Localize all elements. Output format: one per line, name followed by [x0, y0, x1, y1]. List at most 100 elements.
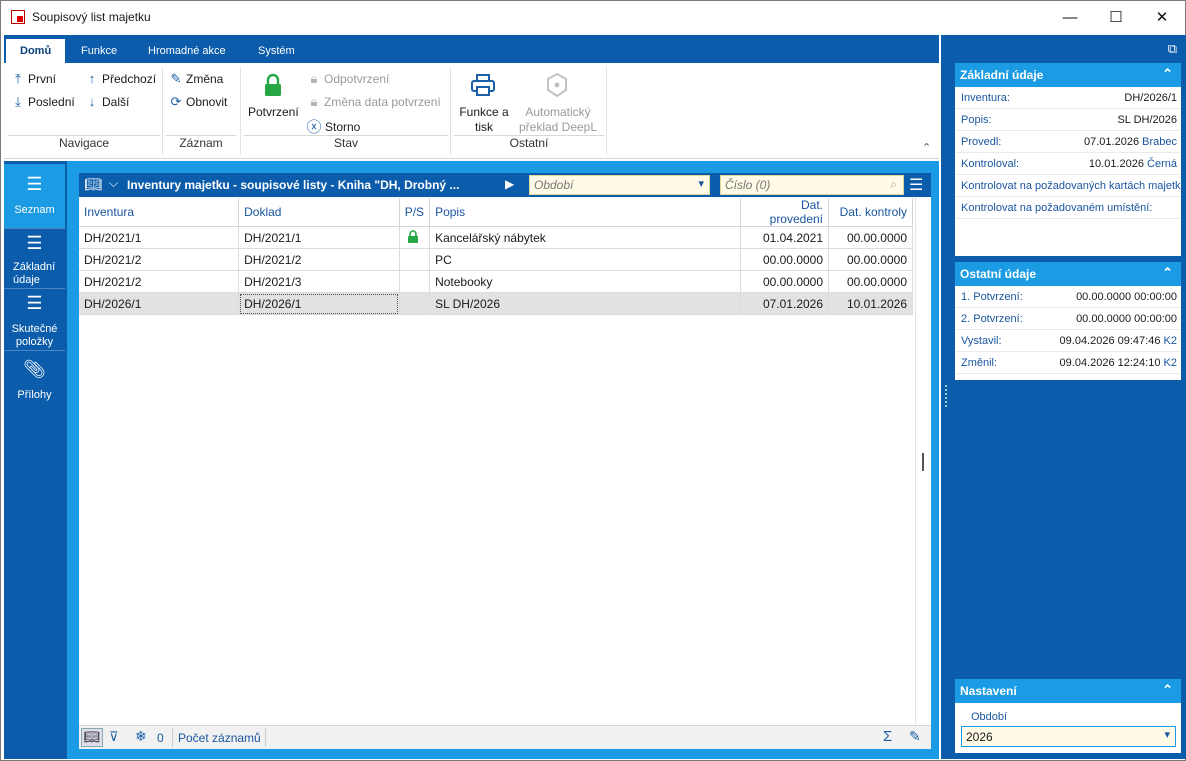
period-filter-input[interactable]: Období ▾ [529, 175, 710, 195]
group-label-zaznam: Záznam [179, 136, 223, 150]
column-header[interactable]: Inventura [79, 198, 240, 227]
group-label-stav: Stav [333, 136, 358, 150]
link-kontrolovat-karty[interactable]: Kontrolovat na požadovaných kartách maje… [955, 175, 1181, 197]
collapse-icon[interactable]: ⌃ [1162, 265, 1173, 281]
lock-gray-icon: 🔒︎ [310, 94, 318, 109]
search-icon[interactable]: ⌕ [890, 177, 897, 192]
tab-funkce[interactable]: Funkce [67, 39, 131, 63]
nav-prilohy[interactable]: 📎︎ Přílohy [4, 351, 65, 411]
deepl-translate-button[interactable]: Automatický překlad DeepL [516, 105, 600, 135]
ribbon-tabs: Domů Funkce Hromadné akce Systém [4, 35, 939, 63]
app-icon [11, 10, 25, 24]
group-label-ostatni: Ostatní [509, 136, 549, 150]
group-label-navigace: Navigace [58, 136, 110, 150]
collapse-ribbon-icon[interactable]: ⌃ [922, 141, 931, 154]
nav-seznam[interactable]: ☰ Seznam [4, 164, 65, 228]
paperclip-icon: 📎︎ [23, 359, 46, 379]
field-kontroloval: Kontroloval: 10.01.2026 Černá [955, 153, 1181, 175]
previous-button[interactable]: ↑ Předchozí [86, 71, 156, 86]
chevron-down-icon[interactable]: ⌵ [109, 176, 118, 191]
tab-system[interactable]: Systém [244, 39, 309, 63]
vertical-scrollbar[interactable] [915, 198, 931, 725]
column-header[interactable]: Popis [429, 198, 742, 227]
nav-skutecne-polozky[interactable]: ☰ Skutečné položky [4, 289, 65, 349]
refresh-icon: ⟳ [170, 94, 182, 109]
pane-header: Ostatní údaje ⌃ [955, 262, 1181, 286]
table-row[interactable]: DH/2021/2 DH/2021/3 Notebooky 00.00.0000… [79, 270, 913, 293]
collapse-icon[interactable]: ⌃ [1162, 682, 1173, 698]
deepl-icon [546, 72, 568, 98]
confirm-button[interactable]: Potvrzení [248, 105, 299, 119]
collapse-icon[interactable]: ⌃ [1162, 66, 1173, 82]
grid-title-bar: 📖︎ ⌵ Inventury majetku - soupisové listy… [79, 173, 931, 197]
frozen-count: 0 [157, 731, 164, 745]
link-kontrolovat-umisteni[interactable]: Kontrolovat na požadovaném umístění: [955, 197, 1181, 219]
list-lines-icon: ☰ [26, 293, 43, 313]
edit-icon[interactable]: ✎ [909, 728, 921, 745]
printer-icon [470, 73, 496, 97]
panel-splitter[interactable] [941, 35, 951, 759]
filter-icon[interactable]: ⊽ [109, 729, 119, 745]
dropdown-icon[interactable]: ▾ [1164, 728, 1170, 741]
column-header[interactable]: Dat. provedení [740, 198, 830, 227]
first-button[interactable]: ⤒ První [12, 71, 56, 87]
book-view-icon[interactable]: 📖︎ [81, 728, 103, 747]
nav-zakladni-udaje[interactable]: ☰ Základní údaje [4, 229, 65, 287]
minimize-button[interactable]: — [1047, 1, 1093, 33]
maximize-button[interactable]: ☐ [1093, 1, 1139, 33]
print-button[interactable]: Funkce a tisk [456, 105, 512, 135]
table-row[interactable]: DH/2021/1 DH/2021/1 Kancelářský nábytek … [79, 226, 913, 249]
menu-icon[interactable]: ☰ [909, 175, 923, 195]
arrow-up-icon: ↑ [88, 71, 96, 86]
popout-icon[interactable]: ⧉ [1168, 41, 1177, 57]
field-potvrzeni-1: 1. Potvrzení: 00.00.0000 00:00:00 [955, 286, 1181, 308]
obdobi-label: Období [971, 711, 1008, 723]
tab-hromadne-akce[interactable]: Hromadné akce [134, 39, 240, 63]
close-button[interactable]: ✕ [1139, 1, 1185, 33]
cancel-button[interactable]: ⓧ Storno [306, 116, 360, 137]
column-header[interactable]: Dat. kontroly [828, 198, 913, 227]
splitter-grip[interactable] [945, 385, 947, 407]
table-row-selected[interactable]: DH/2026/1 DH/2026/1 SL DH/2026 07.01.202… [79, 292, 913, 315]
book-icon[interactable]: 📖︎ [84, 176, 102, 193]
inventory-table: Inventura Doklad P/S Popis Dat. proveden… [79, 198, 913, 315]
snowflake-icon[interactable]: ❄ [135, 728, 147, 745]
dropdown-icon[interactable]: ▾ [698, 177, 704, 190]
list-icon: ☰ [26, 174, 43, 194]
lock-gray-icon: 🔒︎ [310, 71, 318, 86]
status-bar: 📖︎ ⊽ ❄ 0 Počet záznamů Σ ✎ [79, 725, 931, 749]
field-provedl: Provedl: 07.01.2026 Brabec [955, 131, 1181, 153]
column-header[interactable]: Doklad [238, 198, 400, 227]
table-header-row: Inventura Doklad P/S Popis Dat. proveden… [79, 198, 913, 227]
arrow-top-icon: ⤒ [15, 71, 21, 86]
ostatni-udaje-pane: Ostatní údaje ⌃ 1. Potvrzení: 00.00.0000 0… [955, 262, 1181, 380]
nastaveni-pane: Nastavení ⌃ Období 2026 ▾ [955, 679, 1181, 753]
change-confirm-date-button[interactable]: 🔒︎ Změna data potvrzení [308, 94, 441, 110]
window: Soupisový list majetku — ☐ ✕ Domů Funkce… [0, 0, 1186, 761]
tab-domu[interactable]: Domů [6, 39, 66, 63]
change-button[interactable]: ✎ Změna [170, 71, 224, 87]
lock-icon [262, 73, 284, 97]
refresh-button[interactable]: ⟳ Obnovit [170, 94, 228, 110]
play-dropdown-icon[interactable]: ▶ [505, 177, 514, 191]
field-potvrzeni-2: 2. Potvrzení: 00.00.0000 00:00:00 [955, 308, 1181, 330]
pane-header: Nastavení ⌃ [955, 679, 1181, 703]
field-vystavil: Vystavil: 09.04.2026 09:47:46 K2 [955, 330, 1181, 352]
table-row[interactable]: DH/2021/2 DH/2021/2 PC 00.00.0000 00.00.… [79, 248, 913, 271]
next-button[interactable]: ↓ Další [86, 94, 130, 109]
record-count-label: Počet záznamů [178, 731, 261, 745]
ribbon: ⤒ První ↑ Předchozí ⤓ Poslední ↓ Další Navig… [4, 63, 939, 159]
obdobi-select[interactable]: 2026 ▾ [961, 726, 1176, 747]
sum-icon[interactable]: Σ [883, 728, 892, 745]
unconfirm-button[interactable]: 🔒︎ Odpotvrzení [308, 71, 390, 87]
field-zmenil: Změnil: 09.04.2026 12:24:10 K2 [955, 352, 1181, 374]
window-title: Soupisový list majetku [32, 10, 151, 24]
column-header[interactable]: P/S [399, 198, 431, 227]
lock-status-icon [399, 226, 431, 249]
last-button[interactable]: ⤓ Poslední [12, 94, 75, 110]
field-inventura: Inventura: DH/2026/1 [955, 87, 1181, 109]
list-bullets-icon: ☰ [26, 233, 43, 253]
number-search-input[interactable]: Číslo (0) ⌕ [720, 175, 904, 195]
scroll-thumb[interactable] [922, 453, 924, 471]
grid-panel: 📖︎ ⌵ Inventury majetku - soupisové listy… [79, 173, 931, 749]
